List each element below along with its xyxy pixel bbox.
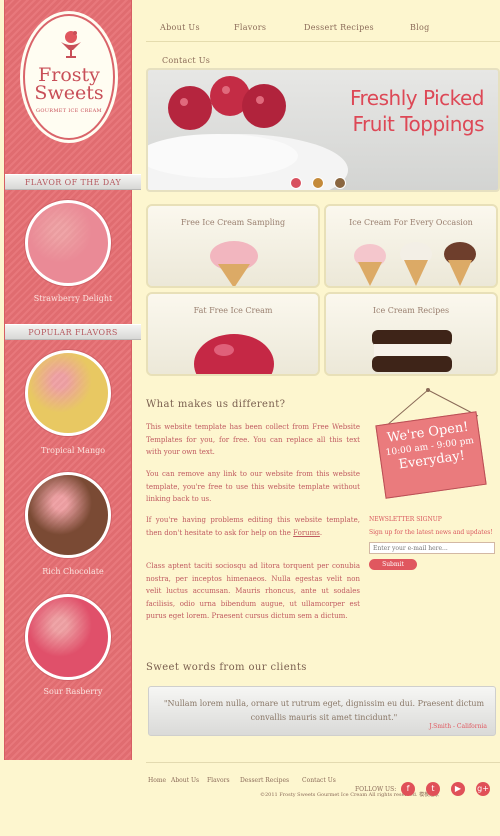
nav-blog[interactable]: Blog: [410, 23, 430, 32]
flavor-of-day-image[interactable]: [25, 200, 111, 286]
nav-contact-us[interactable]: Contact Us: [162, 56, 210, 65]
google-plus-icon[interactable]: g+: [476, 782, 490, 796]
youtube-icon[interactable]: ▶: [451, 782, 465, 796]
newsletter-subtitle: Sign up for the latest news and updates!: [369, 529, 493, 536]
twitter-icon[interactable]: t: [426, 782, 440, 796]
testimonial-box: "Nullam lorem nulla, ornare ut rutrum eg…: [148, 686, 496, 736]
follow-us-label: FOLLOW US:: [355, 786, 397, 793]
tile-title: Ice Cream For Every Occasion: [349, 218, 473, 227]
footer-link-contact[interactable]: Contact Us: [302, 777, 336, 784]
forums-link[interactable]: Forums: [293, 529, 320, 537]
flavor-of-day-heading: FLAVOR OF THE DAY: [5, 174, 141, 190]
newsletter-submit-button[interactable]: Submit: [369, 559, 417, 570]
tile-recipes[interactable]: Ice Cream Recipes: [324, 292, 498, 376]
sidebar: Frosty Sweets GOURMET ICE CREAM FLAVOR O…: [4, 0, 141, 760]
tile-title: Free Ice Cream Sampling: [180, 218, 286, 227]
sundae-cup-icon: [61, 31, 81, 58]
footer-link-flavors[interactable]: Flavors: [207, 777, 230, 784]
popular-flavors-heading: POPULAR FLAVORS: [5, 324, 141, 340]
testimonials-heading: Sweet words from our clients: [146, 662, 307, 673]
popular-flavor-image[interactable]: [25, 472, 111, 558]
logo-line-2: Sweets: [34, 82, 104, 104]
testimonial-quote: "Nullam lorem nulla, ornare ut rutrum eg…: [163, 699, 485, 722]
sign-board: We're Open! 10:00 am - 9:00 pm Everyday!: [375, 411, 487, 499]
paragraph-3-text: If you're having problems editing this w…: [146, 516, 360, 537]
popular-flavor-label[interactable]: Sour Rasberry: [5, 687, 141, 696]
tile-every-occasion[interactable]: Ice Cream For Every Occasion: [324, 204, 498, 288]
main-nav: About Us Flavors Dessert Recipes Blog Co…: [146, 14, 500, 70]
paragraph-3-end: .: [319, 528, 323, 537]
footer-link-recipes[interactable]: Dessert Recipes: [240, 777, 289, 784]
slider-dot-3[interactable]: [334, 177, 346, 189]
newsletter-title: NEWSLETTER SIGNUP: [369, 516, 442, 523]
testimonial-author: J.Smith - California: [429, 723, 487, 730]
paragraph-4: Class aptent taciti sociosqu ad litora t…: [146, 562, 360, 620]
flavor-of-day-label[interactable]: Strawberry Delight: [5, 294, 141, 303]
raspberry-yogurt-image: [148, 76, 348, 190]
ice-cream-cone-image: [210, 241, 258, 286]
tile-title: Ice Cream Recipes: [372, 306, 450, 315]
paragraph-2: You can remove any link to our website f…: [146, 470, 360, 503]
popular-flavor-label[interactable]: Tropical Mango: [5, 446, 141, 455]
nav-about-us[interactable]: About Us: [160, 23, 200, 32]
paragraph-1: This website template has been collect f…: [146, 423, 360, 456]
nav-dessert-recipes[interactable]: Dessert Recipes: [304, 23, 374, 32]
open-hours-sign: We're Open! 10:00 am - 9:00 pm Everyday!: [370, 386, 490, 516]
paragraph-3: If you're having problems editing this w…: [146, 514, 360, 539]
nav-flavors[interactable]: Flavors: [234, 23, 266, 32]
popular-flavor-image[interactable]: [25, 350, 111, 436]
slider-dot-2[interactable]: [312, 177, 324, 189]
tile-title: Fat Free Ice Cream: [193, 306, 273, 315]
footer-link-home[interactable]: Home: [148, 777, 166, 784]
section-heading: What makes us different?: [146, 399, 286, 410]
logo-tagline: GOURMET ICE CREAM: [36, 108, 102, 114]
banner-title-line-2: Fruit Toppings: [352, 112, 485, 136]
footer-link-about[interactable]: About Us: [171, 777, 199, 784]
footer-divider: [146, 762, 500, 763]
ice-cream-sandwich-image: [372, 330, 452, 372]
ice-cream-cones-image: [354, 242, 476, 286]
tile-fat-free[interactable]: Fat Free Ice Cream: [146, 292, 320, 376]
facebook-icon[interactable]: f: [401, 782, 415, 796]
popular-flavor-label[interactable]: Rich Chocolate: [5, 567, 141, 576]
hero-banner[interactable]: Freshly Picked Fruit Toppings: [146, 68, 500, 192]
slider-dot-1[interactable]: [290, 177, 302, 189]
newsletter-email-input[interactable]: [369, 542, 495, 554]
banner-title-line-1: Freshly Picked: [349, 86, 485, 110]
raspberry-scoop-image: [194, 334, 274, 374]
popular-flavor-image[interactable]: [25, 594, 111, 680]
logo[interactable]: Frosty Sweets GOURMET ICE CREAM: [23, 14, 115, 140]
tile-free-sampling[interactable]: Free Ice Cream Sampling: [146, 204, 320, 288]
